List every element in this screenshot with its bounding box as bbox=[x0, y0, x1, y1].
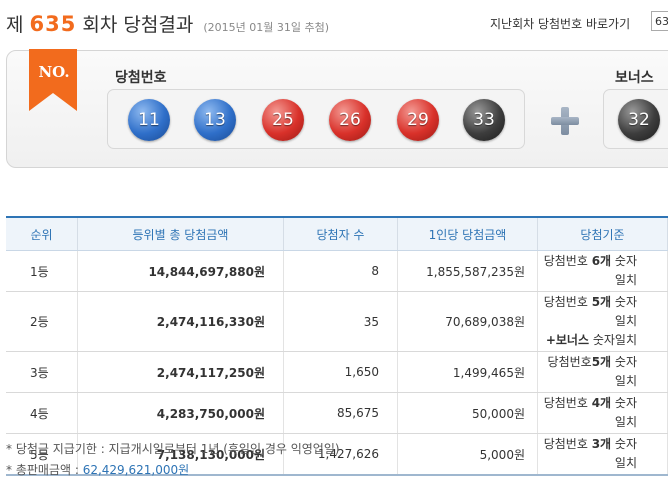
result-panel: NO. 당첨번호 보너스 11 13 25 26 29 33 32 bbox=[6, 49, 668, 168]
total-sales-note: * 총판매금액 : 62,429,621,000원 bbox=[6, 461, 189, 478]
cell-rank: 4등 bbox=[6, 392, 78, 434]
round-number: 635 bbox=[29, 12, 77, 36]
total-sales-value: 62,429,621,000원 bbox=[82, 463, 190, 477]
bonus-label: 보너스 bbox=[615, 70, 654, 86]
bonus-box: 32 bbox=[603, 89, 668, 149]
col-count: 당첨자 수 bbox=[283, 216, 398, 251]
cell-criteria: 당첨번호5개 숫자일치 bbox=[537, 351, 668, 393]
col-total: 등위별 총 당첨금액 bbox=[77, 216, 284, 251]
prize-table: 순위 등위별 총 당첨금액 당첨자 수 1인당 당첨금액 당첨기준 1등 14,… bbox=[6, 216, 668, 476]
payout-deadline-note: * 당첨금 지급기한 : 지급개시일로부터 1년 (휴일인 경우 익영업일) bbox=[6, 442, 340, 456]
cell-total: 4,283,750,000원 bbox=[77, 392, 284, 434]
page-title: 제 635 회차 당첨결과 (2015년 01월 31일 추첨) bbox=[6, 10, 329, 37]
col-rank: 순위 bbox=[6, 216, 78, 251]
ball-2: 13 bbox=[194, 99, 236, 141]
bonus-ball: 32 bbox=[618, 99, 660, 141]
cell-per: 5,000원 bbox=[397, 433, 538, 476]
table-row: 4등 4,283,750,000원 85,675 50,000원 당첨번호 4개… bbox=[6, 392, 668, 434]
cell-count: 1,650 bbox=[283, 351, 398, 393]
table-row: 3등 2,474,117,250원 1,650 1,499,465원 당첨번호5… bbox=[6, 351, 668, 393]
winning-numbers-box: 11 13 25 26 29 33 bbox=[107, 89, 525, 149]
cell-count: 85,675 bbox=[283, 392, 398, 434]
cell-criteria: 당첨번호 3개 숫자일치 bbox=[537, 433, 668, 476]
table-row: 1등 14,844,697,880원 8 1,855,587,235원 당첨번호… bbox=[6, 250, 668, 292]
ball-5: 29 bbox=[397, 99, 439, 141]
ball-4: 26 bbox=[329, 99, 371, 141]
cell-total: 2,474,117,250원 bbox=[77, 351, 284, 393]
cell-rank: 3등 bbox=[6, 351, 78, 393]
badge-label: NO. bbox=[38, 63, 70, 81]
cell-count: 35 bbox=[283, 291, 398, 352]
ball-6: 33 bbox=[463, 99, 505, 141]
cell-per: 1,499,465원 bbox=[397, 351, 538, 393]
title-prefix: 제 bbox=[6, 14, 24, 36]
cell-count: 8 bbox=[283, 250, 398, 292]
goto-label: 지난회차 당첨번호 바로가기 bbox=[490, 17, 631, 31]
cell-per: 50,000원 bbox=[397, 392, 538, 434]
cell-rank: 1등 bbox=[6, 250, 78, 292]
ball-1: 11 bbox=[128, 99, 170, 141]
ball-3: 25 bbox=[262, 99, 304, 141]
cell-total: 14,844,697,880원 bbox=[77, 250, 284, 292]
draw-date: (2015년 01월 31일 추첨) bbox=[203, 21, 330, 34]
cell-total: 2,474,116,330원 bbox=[77, 291, 284, 352]
cell-per: 1,855,587,235원 bbox=[397, 250, 538, 292]
total-sales-label: * 총판매금액 : bbox=[6, 463, 83, 477]
cell-rank: 2등 bbox=[6, 291, 78, 352]
table-header: 순위 등위별 총 당첨금액 당첨자 수 1인당 당첨금액 당첨기준 bbox=[6, 216, 668, 251]
col-criteria: 당첨기준 bbox=[537, 216, 668, 251]
cell-per: 70,689,038원 bbox=[397, 291, 538, 352]
round-select[interactable]: 635 bbox=[651, 11, 668, 31]
table-row: 2등 2,474,116,330원 35 70,689,038원 당첨번호 5개… bbox=[6, 291, 668, 352]
cell-criteria: 당첨번호 5개 숫자일치 +보너스 숫자일치 bbox=[537, 291, 668, 352]
plus-icon bbox=[549, 105, 581, 137]
cell-criteria: 당첨번호 6개 숫자일치 bbox=[537, 250, 668, 292]
title-suffix: 회차 당첨결과 bbox=[82, 14, 194, 36]
header: 제 635 회차 당첨결과 (2015년 01월 31일 추첨) 지난회차 당첨… bbox=[6, 6, 668, 40]
winning-numbers-label: 당첨번호 bbox=[115, 70, 167, 86]
col-per: 1인당 당첨금액 bbox=[397, 216, 538, 251]
cell-criteria: 당첨번호 4개 숫자일치 bbox=[537, 392, 668, 434]
